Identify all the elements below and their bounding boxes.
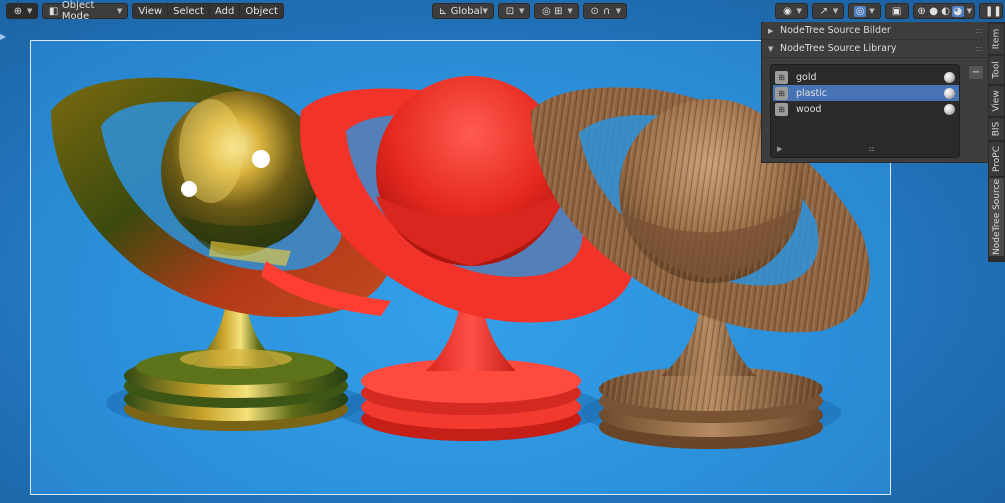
tab-tool[interactable]: Tool xyxy=(989,56,1004,84)
panel-section-library[interactable]: ▼ NodeTree Source Library :::: xyxy=(762,40,988,58)
section-title: NodeTree Source Bilder xyxy=(780,25,891,36)
library-list[interactable]: ⊞ gold ⊞ plastic ⊞ wood ▶ :::: xyxy=(770,64,960,158)
gizmo-arrows-icon: ↗ xyxy=(819,5,829,17)
menu-object[interactable]: Object xyxy=(240,4,283,18)
tab-item[interactable]: Item xyxy=(989,24,1004,54)
region-expand-icon[interactable]: ▶ xyxy=(0,32,6,41)
panel-section-bilder[interactable]: ▶ NodeTree Source Bilder :::: xyxy=(762,22,988,40)
wireframe-sphere-icon[interactable]: ⊕ xyxy=(916,6,928,17)
material-sphere-icon[interactable]: ◐ xyxy=(940,6,952,17)
list-item-wood[interactable]: ⊞ wood xyxy=(773,101,959,117)
mode-label: Object Mode xyxy=(61,0,95,22)
node-tree-icon: ⊞ xyxy=(775,70,788,84)
tab-label: Tool xyxy=(991,61,1002,79)
section-title: NodeTree Source Library xyxy=(780,43,897,54)
axes-icon: ⊾ xyxy=(438,5,447,17)
menu-view[interactable]: View xyxy=(133,4,169,18)
drag-grip-icon[interactable]: :::: xyxy=(975,44,983,53)
tab-label: NodeTree Source xyxy=(991,178,1002,256)
visibility-button[interactable]: ◉ ▼ xyxy=(775,3,808,19)
solid-sphere-icon[interactable]: ● xyxy=(928,6,940,17)
xray-icon: ▣ xyxy=(891,5,902,17)
eye-icon: ◉ xyxy=(783,5,792,17)
magnet-icon: ◎ xyxy=(541,5,551,17)
tab-label: BIS xyxy=(991,121,1002,137)
falloff-curve-icon: ∩ xyxy=(603,5,611,17)
pause-icon: ❚❚ xyxy=(985,5,1002,17)
globe-cursor-icon: ⊕ xyxy=(13,5,23,17)
list-footer: ▶ :::: xyxy=(771,143,959,155)
node-tree-icon: ⊞ xyxy=(775,102,788,116)
orientation-label: Global xyxy=(450,5,483,17)
list-item-label: wood xyxy=(796,103,822,115)
list-item-gold[interactable]: ⊞ gold xyxy=(773,69,959,85)
expanded-triangle-icon: ▼ xyxy=(768,44,774,53)
list-item-plastic[interactable]: ⊞ plastic xyxy=(773,85,959,101)
editor-type-button[interactable]: ⊕ ▼ xyxy=(6,3,39,19)
gizmo-button[interactable]: ↗ ▼ xyxy=(811,3,845,19)
tab-label: ProPC xyxy=(991,146,1002,172)
node-tree-icon: ⊞ xyxy=(775,86,788,100)
tab-label: Item xyxy=(991,28,1002,50)
material-ball-icon xyxy=(944,103,955,115)
pivot-icon: ⊡ xyxy=(505,5,515,17)
snap-button[interactable]: ◎ ⊞ ▼ xyxy=(534,3,579,19)
remove-item-button[interactable]: − xyxy=(969,66,983,79)
filter-expand-icon[interactable]: ▶ xyxy=(777,145,782,153)
list-item-label: plastic xyxy=(796,87,828,99)
pause-render-button[interactable]: ❚❚ xyxy=(979,3,1003,19)
overlay-button[interactable]: ◎ ▼ xyxy=(848,3,881,19)
sidebar-tabs: Item Tool View BIS ProPC NodeTree Source xyxy=(988,22,1005,262)
sidebar-panel: ▶ NodeTree Source Bilder :::: ▼ NodeTree… xyxy=(761,22,988,163)
shading-buttons: ⊕ ● ◐ ◕ ▼ xyxy=(912,3,975,19)
proportional-edit-button[interactable]: ⊙ ∩ ▼ xyxy=(582,3,628,19)
tab-bis[interactable]: BIS xyxy=(989,118,1004,140)
menu-select[interactable]: Select xyxy=(168,4,210,18)
drag-grip-icon[interactable]: :::: xyxy=(975,26,983,35)
viewport-menus: View Select Add Object xyxy=(132,3,284,19)
viewport-header: ⊕ ▼ ◧ Object Mode ▼ View Select Add Objec… xyxy=(0,0,1005,22)
list-item-label: gold xyxy=(796,71,817,83)
orientation-dropdown[interactable]: ⊾ Global ▼ xyxy=(431,3,494,19)
xray-button[interactable]: ▣ xyxy=(884,3,909,19)
collapsed-triangle-icon: ▶ xyxy=(768,26,774,35)
mode-dropdown[interactable]: ◧ Object Mode ▼ xyxy=(42,0,129,22)
circle-dot-icon: ⊙ xyxy=(590,5,599,17)
tab-propc[interactable]: ProPC xyxy=(989,142,1004,176)
tab-nodetree-source[interactable]: NodeTree Source xyxy=(989,178,1004,256)
material-ball-icon xyxy=(944,87,955,99)
overlay-circles-icon: ◎ xyxy=(854,5,867,17)
material-ball-icon xyxy=(944,71,955,83)
resize-grip-icon[interactable]: :::: xyxy=(868,145,875,153)
menu-add[interactable]: Add xyxy=(210,4,241,18)
snap-target-icon: ⊞ xyxy=(554,5,563,17)
rendered-sphere-icon[interactable]: ◕ xyxy=(951,5,964,17)
tab-label: View xyxy=(991,90,1002,112)
pivot-point-button[interactable]: ⊡ ▼ xyxy=(497,3,531,19)
tab-view[interactable]: View xyxy=(989,86,1004,116)
cube-icon: ◧ xyxy=(48,5,59,17)
